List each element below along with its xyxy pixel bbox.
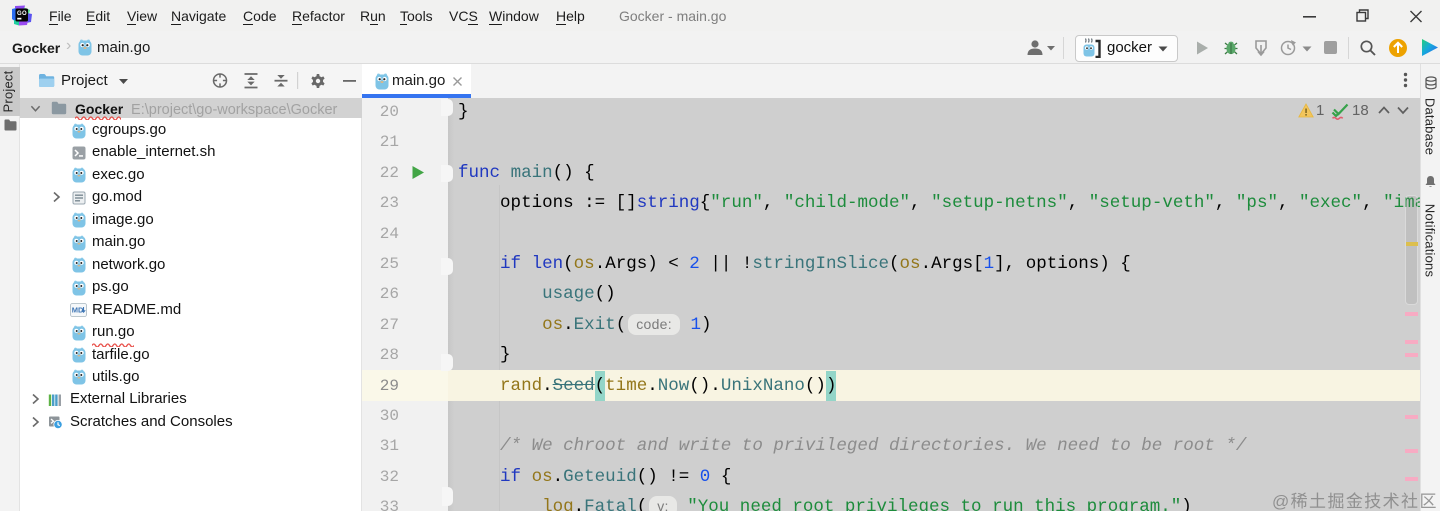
svg-text:GO: GO [17, 11, 27, 17]
